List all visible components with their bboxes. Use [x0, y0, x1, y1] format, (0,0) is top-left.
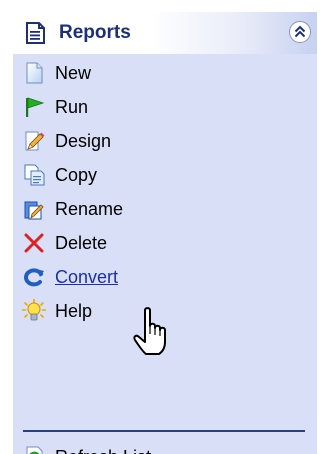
task-label: Delete — [55, 233, 108, 253]
lightbulb-help-icon — [21, 298, 47, 323]
divider — [23, 430, 305, 432]
task-delete[interactable]: Delete — [13, 226, 317, 260]
task-refresh-list[interactable]: Refresh List — [13, 440, 317, 454]
task-label: Design — [55, 131, 112, 151]
pencil-edit-icon — [22, 129, 46, 153]
collapse-button[interactable] — [289, 21, 311, 43]
task-label: Refresh List — [55, 444, 151, 454]
convert-arrow-icon — [22, 265, 46, 289]
copy-icon — [22, 163, 46, 187]
task-label: Copy — [55, 165, 98, 185]
task-label: New — [55, 63, 92, 83]
reports-task-panel: Reports New Run Design Copy Rename Delet… — [13, 12, 317, 454]
panel-header[interactable]: Reports — [13, 12, 317, 54]
task-label: Convert — [55, 267, 119, 287]
red-x-delete-icon — [22, 231, 46, 255]
double-chevron-up-icon — [294, 25, 306, 38]
task-label: Help — [55, 301, 93, 321]
task-copy[interactable]: Copy — [13, 158, 317, 192]
task-run[interactable]: Run — [13, 90, 317, 124]
task-label: Rename — [55, 199, 124, 219]
report-document-icon — [23, 21, 47, 45]
task-label: Run — [55, 97, 89, 117]
rename-icon — [22, 197, 46, 221]
task-rename[interactable]: Rename — [13, 192, 317, 226]
green-flag-icon — [22, 95, 46, 119]
new-document-icon — [22, 61, 46, 85]
hand-pointer-cursor-icon — [133, 306, 173, 358]
task-new[interactable]: New — [13, 56, 317, 90]
refresh-icon — [22, 445, 46, 454]
task-convert[interactable]: Convert — [13, 260, 317, 294]
task-design[interactable]: Design — [13, 124, 317, 158]
panel-title: Reports — [59, 22, 131, 43]
